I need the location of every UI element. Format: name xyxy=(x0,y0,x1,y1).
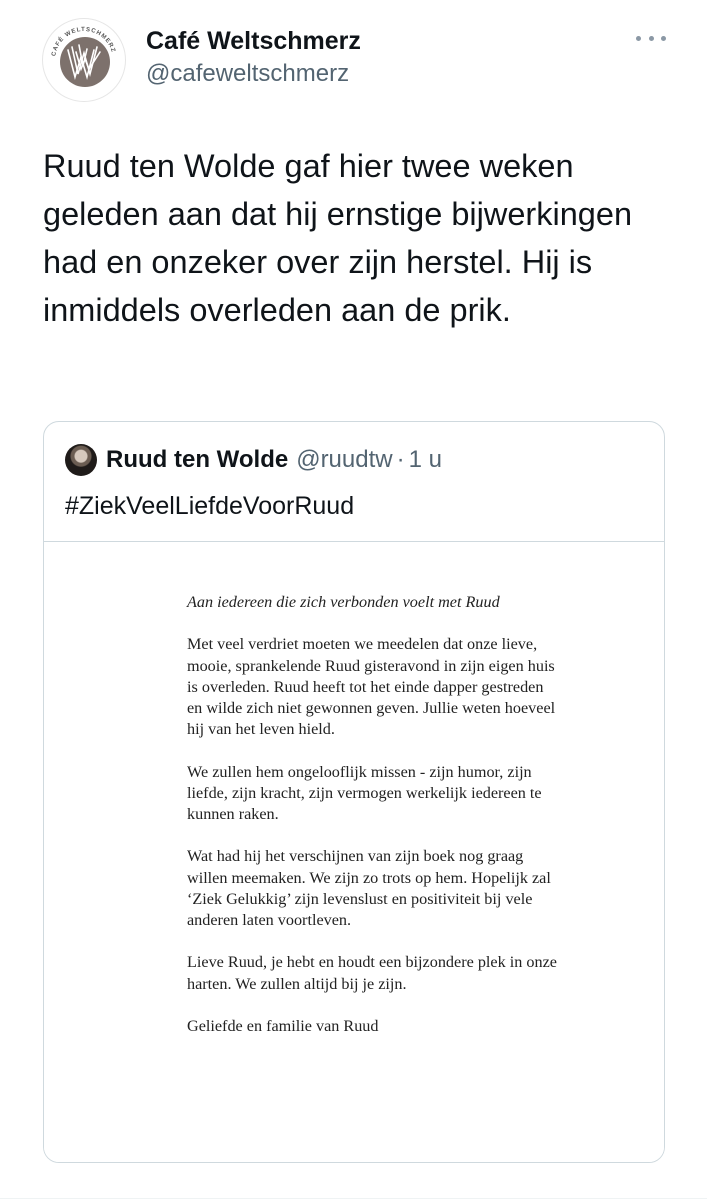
letter-signature: Geliefde en familie van Ruud xyxy=(187,1016,379,1035)
letter: Aan iedereen die zich verbonden voelt me… xyxy=(187,592,557,1058)
tweet: CAFÉ WELTSCHMERZ Café Weltschmerz @cafew… xyxy=(0,0,707,1200)
quoted-timestamp: 1 u xyxy=(408,446,442,473)
quoted-separator: · xyxy=(396,446,405,473)
more-dot xyxy=(661,35,666,41)
divider xyxy=(0,1198,707,1199)
quoted-tweet-text[interactable]: #ZiekVeelLiefdeVoorRuud xyxy=(65,492,354,521)
quoted-tweet-header: Ruud ten Wolde @ruudtw · 1 u xyxy=(65,443,442,477)
letter-paragraph-4: Lieve Ruud, je hebt en houdt een bijzond… xyxy=(187,953,557,993)
more-dot xyxy=(648,35,654,41)
cafe-weltschmerz-logo-avatar[interactable]: CAFÉ WELTSCHMERZ xyxy=(42,18,126,102)
quoted-letter-image[interactable]: Aan iedereen die zich verbonden voelt me… xyxy=(44,541,664,1162)
cafe-weltschmerz-logo: CAFÉ WELTSCHMERZ xyxy=(48,24,120,96)
letter-greeting: Aan iedereen die zich verbonden voelt me… xyxy=(187,593,500,611)
quoted-author-name: Ruud ten Wolde xyxy=(106,446,289,473)
author-display-name[interactable]: Café Weltschmerz xyxy=(146,27,361,56)
letter-paragraph-3: Wat had hij het verschijnen van zijn boe… xyxy=(187,847,551,929)
quoted-author-handle: @ruudtw xyxy=(296,446,393,473)
author-handle[interactable]: @cafeweltschmerz xyxy=(146,60,349,88)
quoted-tweet-card[interactable]: Ruud ten Wolde @ruudtw · 1 u #ZiekVeelLi… xyxy=(43,421,665,1163)
quoted-author-avatar xyxy=(65,444,97,476)
letter-paragraph-1: Met veel verdriet moeten we meedelen dat… xyxy=(187,635,556,739)
letter-paragraph-2: We zullen hem ongelooflijk missen - zijn… xyxy=(187,762,542,823)
more-dot xyxy=(636,35,641,41)
tweet-text: Ruud ten Wolde gaf hier twee weken geled… xyxy=(43,148,633,328)
more-options-icon[interactable] xyxy=(636,28,666,48)
